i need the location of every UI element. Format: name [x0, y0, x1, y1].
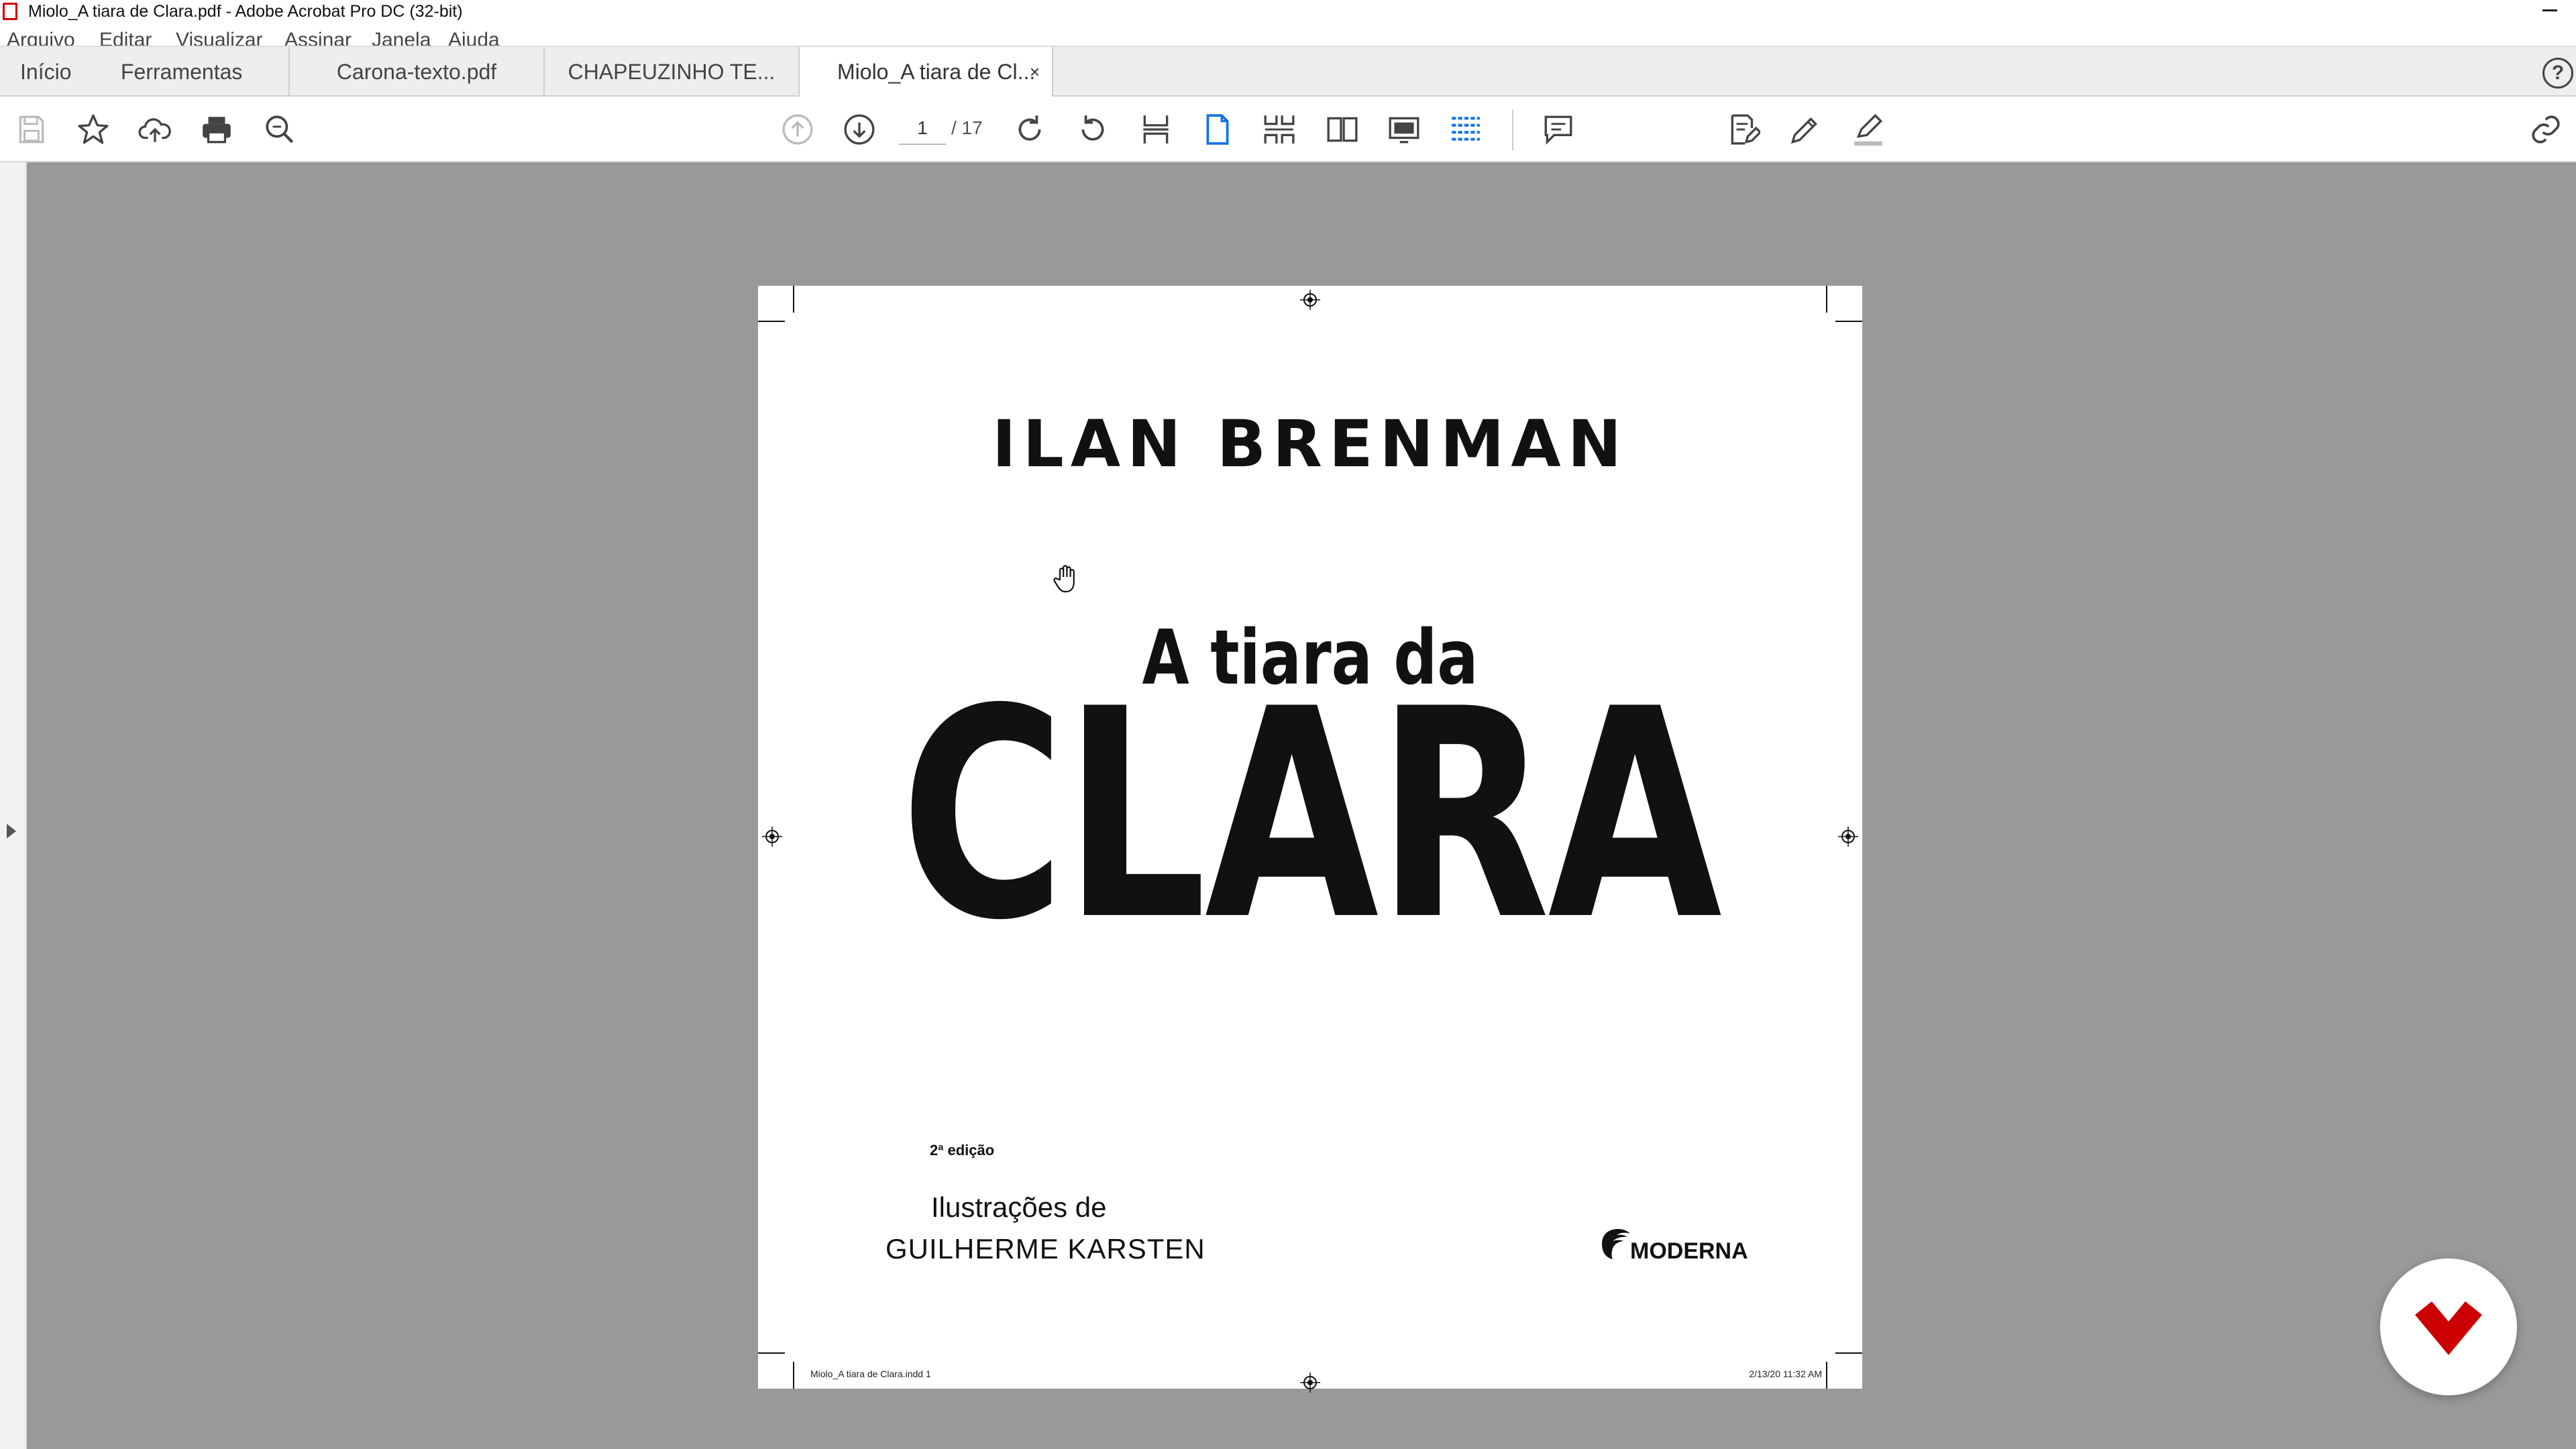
two-page-icon[interactable]	[1326, 113, 1359, 146]
comment-icon[interactable]	[1542, 113, 1575, 146]
menu-editar[interactable]: Editar	[99, 28, 152, 46]
crop-mark	[1826, 1362, 1827, 1389]
book-title-line2: CLARA	[900, 648, 1722, 983]
share-link-icon[interactable]	[2529, 113, 2563, 146]
registration-mark-icon	[1300, 290, 1320, 310]
page-down-icon[interactable]	[843, 113, 876, 146]
crop-mark	[758, 321, 785, 322]
tab-document-chapeuzinho[interactable]: CHAPEUZINHO TE...	[543, 47, 798, 97]
title-bar: Miolo_A tiara de Clara.pdf - Adobe Acrob…	[0, 0, 2576, 23]
acrobat-app-icon	[3, 3, 17, 20]
illustrations-label: Ilustrações de	[931, 1191, 1107, 1223]
page-number-input[interactable]: 1	[899, 111, 946, 145]
tab-label: Carona-texto.pdf	[336, 60, 497, 84]
book-author: ILAN BRENMAN	[991, 407, 1629, 482]
tab-document-miolo[interactable]: Miolo_A tiara de Cl... ×	[798, 47, 1053, 97]
two-page-scroll-icon[interactable]	[1263, 113, 1296, 146]
upload-cloud-icon[interactable]	[138, 113, 172, 146]
crop-mark	[1835, 1352, 1862, 1354]
registration-mark-icon	[1300, 1373, 1320, 1393]
page-up-icon[interactable]	[781, 113, 814, 146]
print-icon[interactable]	[200, 113, 233, 146]
menu-arquivo[interactable]: Arquivo	[7, 28, 75, 46]
help-icon[interactable]: ?	[2542, 58, 2573, 89]
registration-mark-icon	[762, 826, 782, 847]
menu-visualizar[interactable]: Visualizar	[176, 28, 263, 46]
illustrator-name: GUILHERME KARSTEN	[885, 1233, 1205, 1265]
page-total: / 17	[951, 117, 983, 138]
menu-assinar[interactable]: Assinar	[284, 28, 352, 46]
crop-mark	[758, 1352, 785, 1354]
crop-mark	[793, 286, 794, 313]
crop-mark	[793, 1362, 794, 1389]
pencil-icon[interactable]	[1788, 113, 1822, 146]
menu-ajuda[interactable]: Ajuda	[448, 28, 500, 46]
edition-label: 2ª edição	[930, 1142, 995, 1159]
publisher-name: MODERNA	[1630, 1238, 1748, 1264]
brand-logo-badge[interactable]	[2380, 1258, 2517, 1395]
fit-width-icon[interactable]	[1139, 113, 1173, 146]
tab-tools[interactable]: Ferramentas	[121, 47, 288, 97]
expand-pane-arrow-icon[interactable]	[7, 824, 16, 839]
menu-bar: Arquivo Editar Visualizar Assinar Janela…	[0, 23, 2576, 46]
fill-sign-icon[interactable]	[1727, 113, 1762, 146]
rotate-counterclockwise-icon[interactable]	[1076, 113, 1110, 146]
hand-cursor-icon	[1053, 564, 1080, 593]
crop-mark	[1835, 321, 1862, 322]
toolbar: 1 / 17	[0, 97, 2576, 162]
scrolling-icon[interactable]	[1449, 113, 1483, 146]
tab-label: Miolo_A tiara de Cl...	[837, 60, 1036, 84]
menu-janela[interactable]: Janela	[372, 28, 431, 46]
tab-document-carona[interactable]: Carona-texto.pdf	[288, 47, 543, 97]
toolbar-divider	[1512, 110, 1513, 150]
tab-home[interactable]: Início	[20, 47, 107, 97]
highlighter-icon[interactable]	[1851, 113, 1885, 146]
presentation-icon[interactable]	[1387, 113, 1421, 146]
window-title: Miolo_A tiara de Clara.pdf - Adobe Acrob…	[28, 2, 463, 21]
print-slug-file: Miolo_A tiara de Clara.indd 1	[810, 1368, 931, 1379]
navigation-pane-strip	[0, 162, 27, 1449]
bookmark-star-icon[interactable]	[76, 113, 110, 146]
rotate-clockwise-icon[interactable]	[1013, 113, 1046, 146]
close-tab-icon[interactable]: ×	[1030, 47, 1040, 97]
registration-mark-icon	[1838, 826, 1858, 847]
single-page-icon[interactable]	[1201, 113, 1234, 146]
tab-label: CHAPEUZINHO TE...	[568, 60, 775, 84]
pdf-page: ILAN BRENMAN A tiara da CLARA 2ª edição …	[758, 286, 1862, 1393]
minimize-button[interactable]	[2537, 0, 2561, 21]
brand-logo-icon	[2415, 1301, 2482, 1355]
crop-mark	[1826, 286, 1827, 313]
zoom-search-icon[interactable]	[263, 113, 297, 146]
print-slug-date: 2/13/20 11:32 AM	[1749, 1368, 1822, 1379]
tab-bar: Início Ferramentas Carona-texto.pdf CHAP…	[0, 46, 2576, 97]
save-icon[interactable]	[15, 113, 48, 146]
